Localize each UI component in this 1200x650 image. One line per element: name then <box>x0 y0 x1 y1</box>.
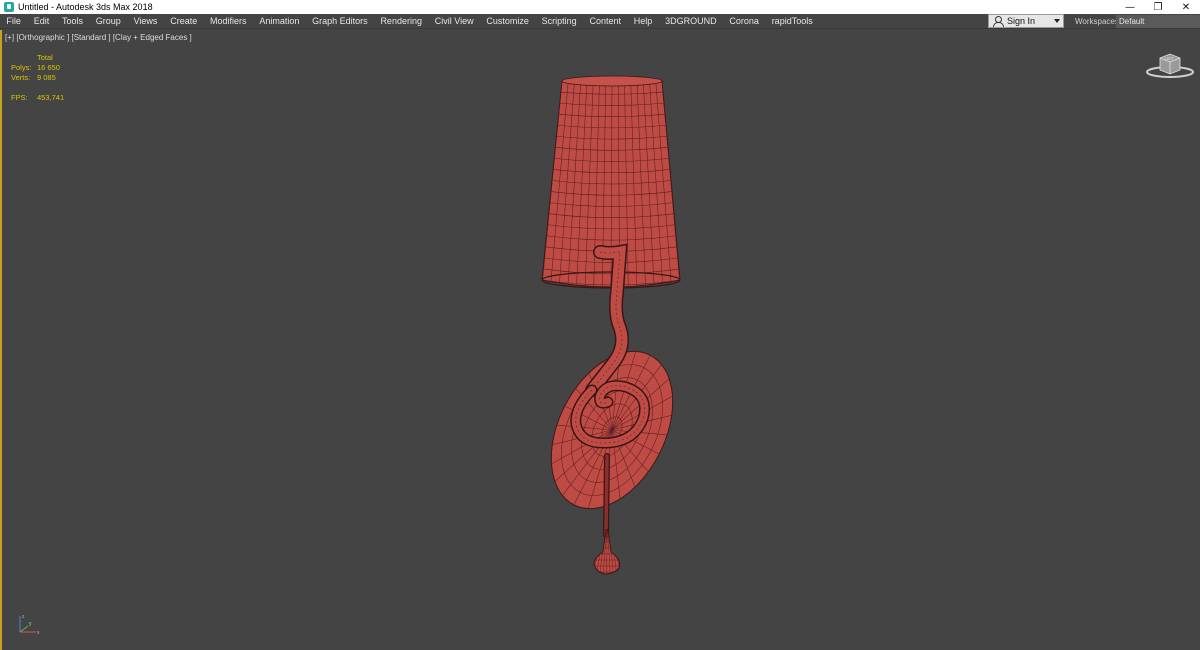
verts-value: 9 085 <box>37 73 56 82</box>
menu-corona[interactable]: Corona <box>723 14 765 29</box>
close-button[interactable]: ✕ <box>1172 0 1200 14</box>
fps-value: 453,741 <box>37 93 65 102</box>
menu-tools[interactable]: Tools <box>56 14 90 29</box>
menu-civil-view[interactable]: Civil View <box>428 14 480 29</box>
menu-file[interactable]: File <box>0 14 27 29</box>
stats-header: Total <box>37 53 53 62</box>
axis-tripod-icon: z x y <box>19 614 40 636</box>
drop-finial <box>593 528 621 575</box>
menu-create[interactable]: Create <box>164 14 204 29</box>
axis-y-label: y <box>29 621 32 627</box>
chevron-down-icon <box>1054 19 1060 23</box>
perspective-viewport[interactable]: [+] [Orthographic ] [Standard ] [Clay + … <box>0 30 1200 650</box>
menu-graph-editors[interactable]: Graph Editors <box>306 14 374 29</box>
menu-modifiers[interactable]: Modifiers <box>204 14 253 29</box>
user-icon <box>992 15 1004 27</box>
viewcube-icon[interactable]: LEFT <box>1145 50 1195 80</box>
menu-help[interactable]: Help <box>627 14 658 29</box>
viewport-label[interactable]: [+] [Orthographic ] [Standard ] [Clay + … <box>5 33 192 42</box>
workspaces-select[interactable]: Default <box>1116 15 1200 28</box>
sign-in-label: Sign In <box>1007 16 1036 26</box>
menu-rapidtools[interactable]: rapidTools <box>765 14 819 29</box>
statistics-overlay: Total Polys: 16 650 Verts: 9 085 FPS: 453,7… <box>11 53 64 103</box>
menu-customize[interactable]: Customize <box>480 14 535 29</box>
window-title: Untitled - Autodesk 3ds Max 2018 <box>18 2 153 12</box>
menu-group[interactable]: Group <box>89 14 127 29</box>
restore-button[interactable]: ❐ <box>1144 0 1172 14</box>
menu-animation[interactable]: Animation <box>253 14 306 29</box>
axis-z-label: z <box>22 614 25 620</box>
polys-label: Polys: <box>11 63 32 72</box>
sign-in-dropdown[interactable]: Sign In <box>988 14 1064 28</box>
verts-label: Verts: <box>11 73 31 82</box>
app-icon <box>4 2 14 12</box>
axis-x-label: x <box>37 630 40 636</box>
fps-label: FPS: <box>11 93 28 102</box>
wall-lamp-model <box>541 75 681 575</box>
menu-rendering[interactable]: Rendering <box>374 14 428 29</box>
menu-scripting[interactable]: Scripting <box>535 14 583 29</box>
workspaces-label: Workspaces: <box>1075 17 1122 26</box>
menu-views[interactable]: Views <box>127 14 164 29</box>
minimize-button[interactable]: — <box>1116 0 1144 14</box>
window-controls: — ❐ ✕ <box>1116 0 1200 14</box>
menu-3dground[interactable]: 3DGROUND <box>659 14 723 29</box>
menu-edit[interactable]: Edit <box>27 14 55 29</box>
title-bar: Untitled - Autodesk 3ds Max 2018 — ❐ ✕ <box>0 0 1200 14</box>
menu-content[interactable]: Content <box>583 14 627 29</box>
viewcube-face-label: LEFT <box>1165 57 1174 61</box>
polys-value: 16 650 <box>37 63 60 72</box>
